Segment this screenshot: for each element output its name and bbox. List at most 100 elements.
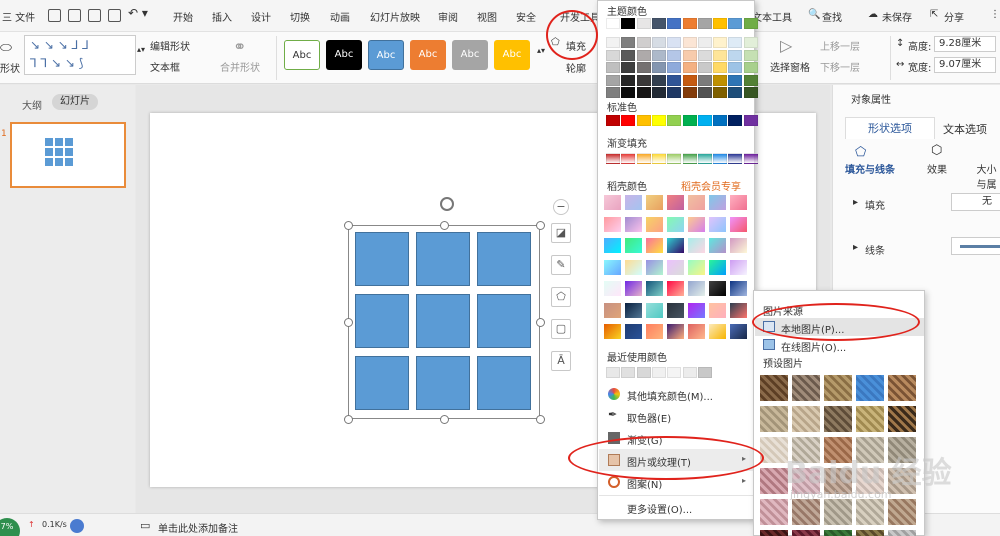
gradient-fill-swatch[interactable]: [667, 153, 682, 164]
daoke-gradient-swatch[interactable]: [646, 281, 663, 296]
daoke-gradient-swatch[interactable]: [604, 238, 621, 253]
grid-square[interactable]: [416, 356, 470, 410]
panel-title[interactable]: 对象属性: [851, 91, 891, 106]
more-fill-colors-item[interactable]: 其他填充颜色(M)...: [599, 383, 754, 405]
text-box-button[interactable]: 文本框: [150, 59, 180, 74]
theme-shade-swatch[interactable]: [606, 37, 620, 48]
print-icon[interactable]: [88, 9, 101, 22]
theme-color-swatch[interactable]: [697, 18, 712, 29]
daoke-gradient-swatch[interactable]: [646, 195, 663, 210]
theme-color-swatch[interactable]: [621, 18, 636, 29]
file-menu[interactable]: 三 文件: [2, 9, 35, 24]
theme-shade-swatch[interactable]: [682, 62, 697, 73]
theme-color-swatch[interactable]: [713, 18, 728, 29]
theme-color-swatch[interactable]: [651, 18, 666, 29]
theme-shade-swatch[interactable]: [621, 49, 636, 61]
fill-expand-icon[interactable]: ▸: [853, 197, 858, 208]
daoke-gradient-swatch[interactable]: [709, 324, 726, 339]
resize-handle[interactable]: [440, 221, 449, 230]
theme-color-swatch[interactable]: [606, 18, 620, 29]
theme-shade-swatch[interactable]: [636, 49, 651, 61]
tab-insert[interactable]: 插入: [212, 9, 232, 24]
theme-shade-swatch[interactable]: [713, 74, 728, 86]
preset-texture-swatch[interactable]: [824, 406, 852, 432]
tab-text-options[interactable]: 文本选项: [943, 121, 987, 137]
rotate-handle[interactable]: [440, 197, 454, 211]
daoke-vip-label[interactable]: 稻壳会员专享: [681, 178, 741, 193]
daoke-gradient-swatch[interactable]: [604, 216, 621, 232]
fill-value[interactable]: 无: [951, 193, 1000, 211]
tab-review[interactable]: 审阅: [438, 9, 458, 24]
theme-shade-swatch[interactable]: [651, 87, 666, 98]
standard-color-swatch[interactable]: [667, 115, 682, 126]
daoke-gradient-swatch[interactable]: [625, 259, 642, 275]
daoke-gradient-swatch[interactable]: [688, 302, 705, 318]
preset-texture-swatch[interactable]: [856, 499, 884, 525]
theme-shade-swatch[interactable]: [713, 37, 728, 48]
grid-square[interactable]: [416, 294, 470, 348]
theme-shade-swatch[interactable]: [713, 49, 728, 61]
resize-handle[interactable]: [536, 318, 545, 327]
bring-forward-button[interactable]: 上移一层: [820, 38, 860, 53]
tab-effect[interactable]: 效果: [927, 161, 947, 176]
resize-handle[interactable]: [344, 221, 353, 230]
daoke-gradient-swatch[interactable]: [730, 238, 747, 253]
daoke-gradient-swatch[interactable]: [709, 281, 726, 296]
height-input[interactable]: 9.28厘米: [934, 36, 996, 52]
outline-button[interactable]: 轮廓: [566, 60, 586, 75]
daoke-gradient-swatch[interactable]: [667, 195, 684, 210]
theme-shade-swatch[interactable]: [697, 87, 712, 98]
search-icon[interactable]: 🔍: [808, 9, 820, 20]
theme-shade-swatch[interactable]: [743, 37, 758, 48]
pen-icon[interactable]: ✎: [551, 255, 571, 275]
gradient-fill-swatch[interactable]: [606, 153, 620, 164]
more-settings-item[interactable]: 更多设置(O)...: [599, 495, 754, 517]
theme-shade-swatch[interactable]: [743, 74, 758, 86]
grid-square[interactable]: [355, 294, 409, 348]
daoke-gradient-swatch[interactable]: [730, 302, 747, 318]
theme-shade-swatch[interactable]: [697, 74, 712, 86]
shape-style-orange[interactable]: Abc: [410, 40, 446, 70]
daoke-gradient-swatch[interactable]: [688, 281, 705, 296]
grid-square[interactable]: [477, 356, 531, 410]
theme-shade-swatch[interactable]: [621, 62, 636, 73]
standard-color-swatch[interactable]: [682, 115, 697, 126]
share-button[interactable]: 分享: [944, 9, 964, 24]
recent-color-swatch[interactable]: [697, 367, 712, 378]
theme-shade-swatch[interactable]: [697, 49, 712, 61]
shape-style-gray[interactable]: Abc: [452, 40, 488, 70]
shape-style-icon[interactable]: ◪: [551, 223, 571, 243]
undo-history-icon[interactable]: [68, 9, 81, 22]
grid-square[interactable]: [355, 232, 409, 286]
theme-shade-swatch[interactable]: [667, 49, 682, 61]
recent-color-swatch[interactable]: [621, 367, 636, 378]
gradient-fill-swatch[interactable]: [743, 153, 758, 164]
preset-texture-swatch[interactable]: [888, 406, 916, 432]
theme-shade-swatch[interactable]: [651, 74, 666, 86]
theme-shade-swatch[interactable]: [743, 62, 758, 73]
daoke-gradient-swatch[interactable]: [688, 195, 705, 210]
theme-shade-swatch[interactable]: [697, 37, 712, 48]
edit-shape-button[interactable]: 编辑形状: [150, 38, 190, 53]
preset-texture-swatch[interactable]: [760, 437, 788, 463]
preset-texture-swatch[interactable]: [792, 499, 820, 525]
tab-transition[interactable]: 切换: [290, 9, 310, 24]
shape-icon[interactable]: ⬭: [0, 40, 12, 56]
shape-style-blue[interactable]: Abc: [368, 40, 404, 70]
daoke-gradient-swatch[interactable]: [625, 216, 642, 232]
selected-shape-group[interactable]: [348, 225, 540, 419]
gallery-scroll-icon[interactable]: ▴▾: [137, 45, 145, 54]
preset-texture-swatch[interactable]: [824, 499, 852, 525]
preset-texture-swatch[interactable]: [792, 406, 820, 432]
tab-view[interactable]: 视图: [477, 9, 497, 24]
standard-color-swatch[interactable]: [697, 115, 712, 126]
theme-shade-swatch[interactable]: [606, 62, 620, 73]
more-icon[interactable]: ⋮: [990, 9, 1000, 20]
preset-texture-swatch[interactable]: [856, 406, 884, 432]
tab-design[interactable]: 设计: [251, 9, 271, 24]
daoke-gradient-swatch[interactable]: [709, 302, 726, 318]
preset-texture-swatch[interactable]: [888, 499, 916, 525]
theme-shade-swatch[interactable]: [667, 87, 682, 98]
preset-texture-swatch[interactable]: [856, 375, 884, 401]
daoke-gradient-swatch[interactable]: [604, 259, 621, 275]
